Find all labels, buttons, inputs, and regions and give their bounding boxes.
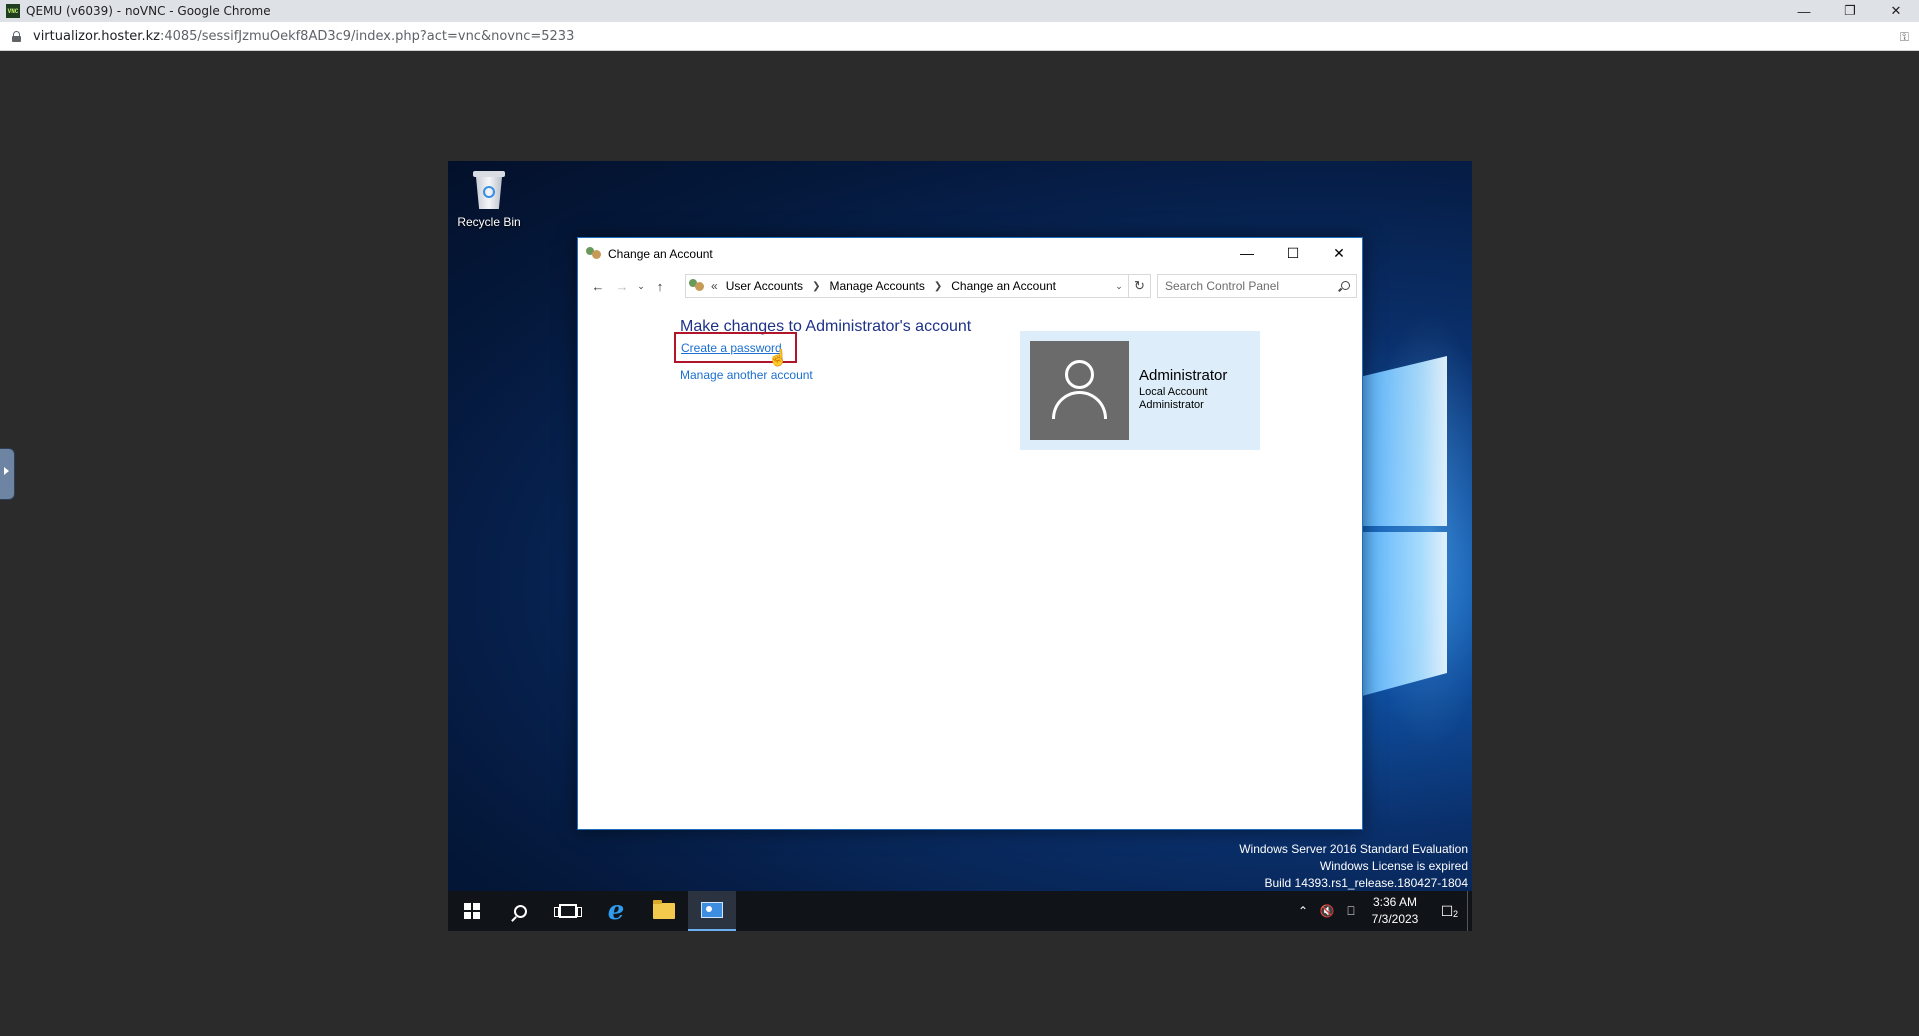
breadcrumb-change-account[interactable]: Change an Account <box>951 279 1056 293</box>
refresh-icon[interactable]: ↻ <box>1129 274 1151 298</box>
change-account-window: Change an Account — ☐ ✕ ← → ⌄ ↑ « User A… <box>577 237 1363 830</box>
taskbar: e ⌃ 🔇 ⎕ 3:36 AM 7/3/2023 ☐ 2 <box>448 891 1472 931</box>
key-icon[interactable]: ⚿ <box>1900 30 1909 45</box>
watermark-edition: Windows Server 2016 Standard Evaluation <box>1239 842 1468 856</box>
clock-date: 7/3/2023 <box>1371 912 1419 926</box>
window-content: Make changes to Administrator's account … <box>578 302 1362 829</box>
windows-watermark: Windows Server 2016 Standard Evaluation … <box>1239 841 1468 892</box>
user-accounts-icon <box>586 247 602 261</box>
back-arrow-icon[interactable]: ← <box>586 274 610 298</box>
chevron-up-icon[interactable]: ⌃ <box>1291 904 1315 918</box>
browser-addressbar: virtualizor.hoster.kz:4085/sessifJzmuOek… <box>0 22 1919 51</box>
search-input[interactable] <box>1165 279 1330 293</box>
breadcrumb-separator-icon[interactable]: ❯ <box>812 281 820 292</box>
navigation-bar: ← → ⌄ ↑ « User Accounts ❯ Manage Account… <box>578 270 1362 302</box>
search-icon <box>513 904 527 918</box>
recycle-bin-shortcut[interactable]: Recycle Bin <box>454 169 524 229</box>
task-view-button[interactable] <box>544 891 592 931</box>
start-button[interactable] <box>448 891 496 931</box>
clock[interactable]: 3:36 AM 7/3/2023 <box>1363 894 1427 928</box>
url-host: virtualizor.hoster.kz <box>33 28 160 44</box>
user-icon <box>1065 360 1094 389</box>
create-password-link[interactable]: Create a password <box>681 341 782 355</box>
remote-desktop[interactable]: Recycle Bin Windows Server 2016 Standard… <box>448 161 1472 931</box>
close-icon[interactable]: ✕ <box>1873 0 1919 22</box>
recent-locations-chevron-icon[interactable]: ⌄ <box>634 274 648 298</box>
window-controls: — ☐ ✕ <box>1224 238 1362 268</box>
recycle-bin-label: Recycle Bin <box>457 215 521 229</box>
vnc-favicon-icon: VNC <box>6 4 20 18</box>
breadcrumb-user-accounts[interactable]: User Accounts <box>726 279 803 293</box>
minimize-icon[interactable]: — <box>1224 238 1270 268</box>
control-panel-icon <box>701 902 723 918</box>
search-button[interactable] <box>496 891 544 931</box>
account-card: Administrator Local Account Administrato… <box>1020 331 1260 450</box>
breadcrumb[interactable]: « User Accounts ❯ Manage Accounts ❯ Chan… <box>685 274 1129 298</box>
window-titlebar[interactable]: Change an Account — ☐ ✕ <box>578 238 1362 270</box>
forward-arrow-icon[interactable]: → <box>610 274 634 298</box>
novnc-control-handle[interactable] <box>0 448 15 500</box>
internet-explorer-button[interactable]: e <box>592 891 640 931</box>
url-path: :4085/sessifJzmuOekf8AD3c9/index.php?act… <box>159 28 575 44</box>
recycle-bin-icon <box>471 169 507 211</box>
hand-cursor-icon: ☝ <box>768 350 788 367</box>
close-icon[interactable]: ✕ <box>1316 238 1362 268</box>
clock-time: 3:36 AM <box>1372 895 1418 909</box>
file-explorer-button[interactable] <box>640 891 688 931</box>
system-tray: ⌃ 🔇 ⎕ 3:36 AM 7/3/2023 ☐ 2 <box>1291 891 1472 931</box>
breadcrumb-separator-icon[interactable]: ❯ <box>934 281 942 292</box>
windows-start-icon <box>464 903 480 919</box>
internet-explorer-icon: e <box>607 896 625 926</box>
network-icon[interactable]: ⎕ <box>1339 904 1363 919</box>
breadcrumb-manage-accounts[interactable]: Manage Accounts <box>829 279 924 293</box>
folder-icon <box>653 900 675 919</box>
maximize-icon[interactable]: ☐ <box>1270 238 1316 268</box>
address-url[interactable]: virtualizor.hoster.kz:4085/sessifJzmuOek… <box>33 29 574 44</box>
search-control-panel[interactable] <box>1157 274 1357 298</box>
lock-icon[interactable] <box>12 30 21 42</box>
window-title: Change an Account <box>608 247 713 261</box>
action-center-button[interactable]: ☐ 2 <box>1427 903 1467 920</box>
notification-icon: ☐ <box>1440 902 1454 919</box>
browser-window-controls: — ❐ ✕ <box>1781 0 1919 22</box>
browser-window-title: QEMU (v6039) - noVNC - Google Chrome <box>26 4 271 18</box>
account-type: Local Account <box>1139 386 1208 398</box>
minimize-icon[interactable]: — <box>1781 0 1827 22</box>
show-desktop-button[interactable] <box>1467 891 1472 931</box>
volume-muted-icon[interactable]: 🔇 <box>1315 904 1339 918</box>
expand-arrow-icon <box>4 467 9 475</box>
address-dropdown-icon[interactable]: ⌄ <box>1110 275 1128 297</box>
control-panel-taskbar-button[interactable] <box>688 891 736 931</box>
search-icon[interactable] <box>1341 281 1350 290</box>
watermark-build: Build 14393.rs1_release.180427-1804 <box>1264 876 1469 890</box>
watermark-license: Windows License is expired <box>1319 859 1468 873</box>
notification-count: 2 <box>1452 908 1458 919</box>
account-name: Administrator <box>1139 367 1228 384</box>
avatar <box>1030 341 1129 440</box>
breadcrumb-overflow[interactable]: « <box>711 279 718 293</box>
manage-another-account-link[interactable]: Manage another account <box>680 368 813 382</box>
restore-icon[interactable]: ❐ <box>1827 0 1873 22</box>
account-role: Administrator <box>1139 399 1204 411</box>
up-arrow-icon[interactable]: ↑ <box>648 274 672 298</box>
browser-titlebar: VNC QEMU (v6039) - noVNC - Google Chrome… <box>0 0 1919 22</box>
user-accounts-icon <box>689 279 705 293</box>
task-view-icon <box>554 904 582 918</box>
windows-logo-wallpaper <box>1362 356 1462 696</box>
